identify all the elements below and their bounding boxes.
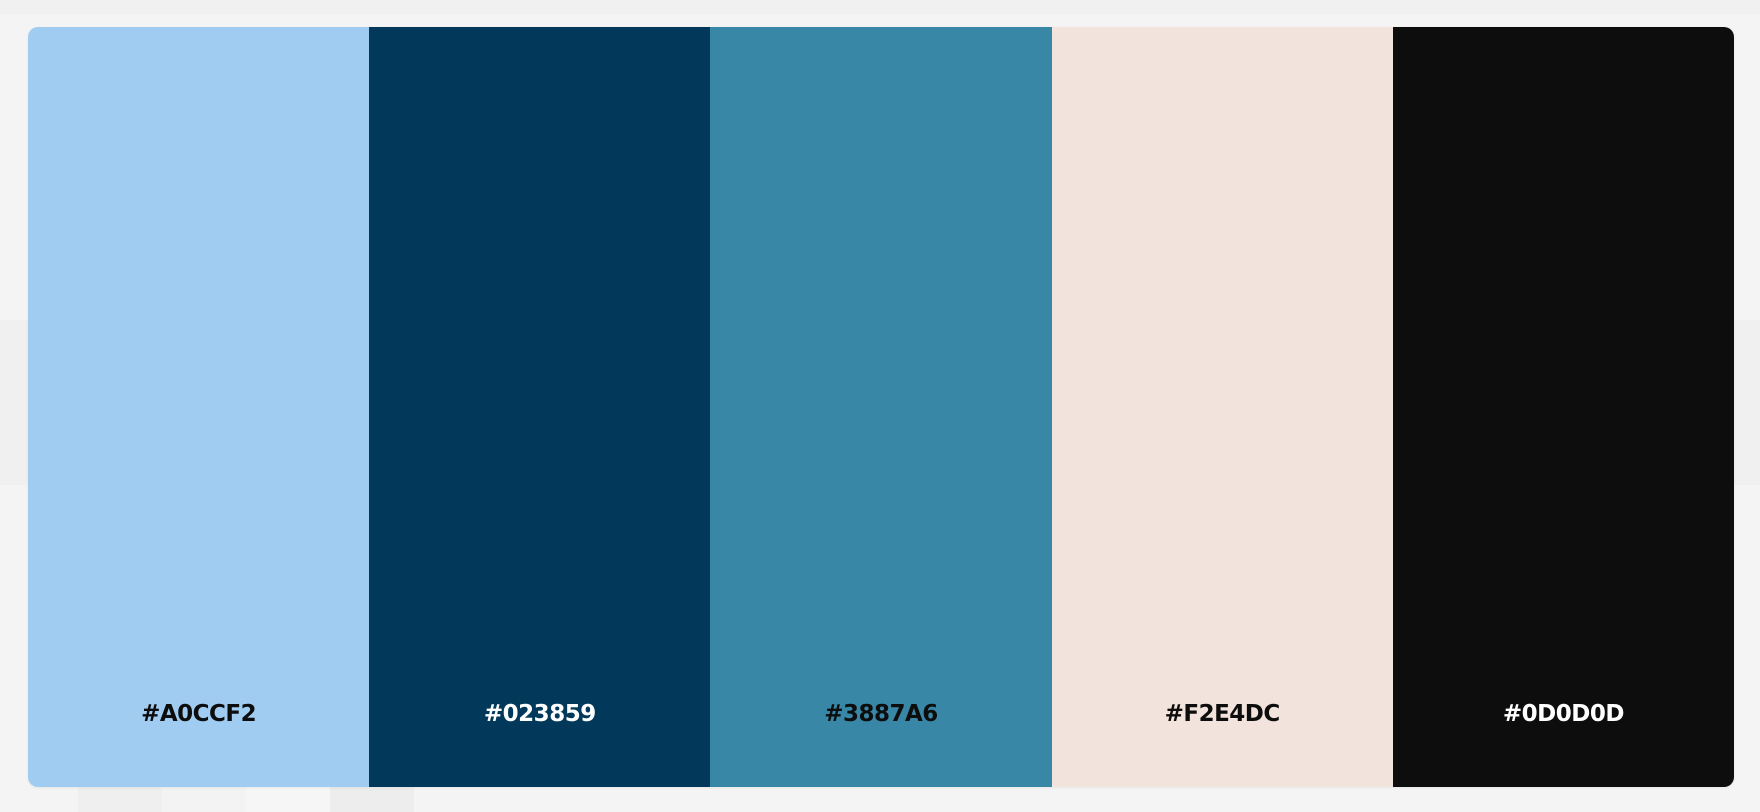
color-swatch-4[interactable]: #F2E4DC bbox=[1051, 27, 1393, 787]
background-tile bbox=[330, 785, 414, 812]
color-swatch-2[interactable]: #023859 bbox=[369, 27, 711, 787]
swatch-hex-label: #A0CCF2 bbox=[141, 701, 257, 727]
color-swatch-1[interactable]: #A0CCF2 bbox=[28, 27, 370, 787]
swatch-hex-label: #F2E4DC bbox=[1164, 701, 1281, 727]
page: #A0CCF2 #023859 #3887A6 #F2E4DC #0D0D0D bbox=[0, 0, 1760, 812]
background-tile bbox=[162, 785, 246, 812]
background-tile bbox=[78, 785, 162, 812]
swatch-hex-label: #3887A6 bbox=[824, 701, 938, 727]
color-palette: #A0CCF2 #023859 #3887A6 #F2E4DC #0D0D0D bbox=[28, 27, 1734, 787]
color-swatch-3[interactable]: #3887A6 bbox=[710, 27, 1052, 787]
swatch-hex-label: #023859 bbox=[483, 701, 596, 727]
color-swatch-5[interactable]: #0D0D0D bbox=[1392, 27, 1734, 787]
swatch-hex-label: #0D0D0D bbox=[1502, 701, 1625, 727]
background-header bbox=[0, 0, 1760, 14]
background-tile bbox=[246, 785, 330, 812]
